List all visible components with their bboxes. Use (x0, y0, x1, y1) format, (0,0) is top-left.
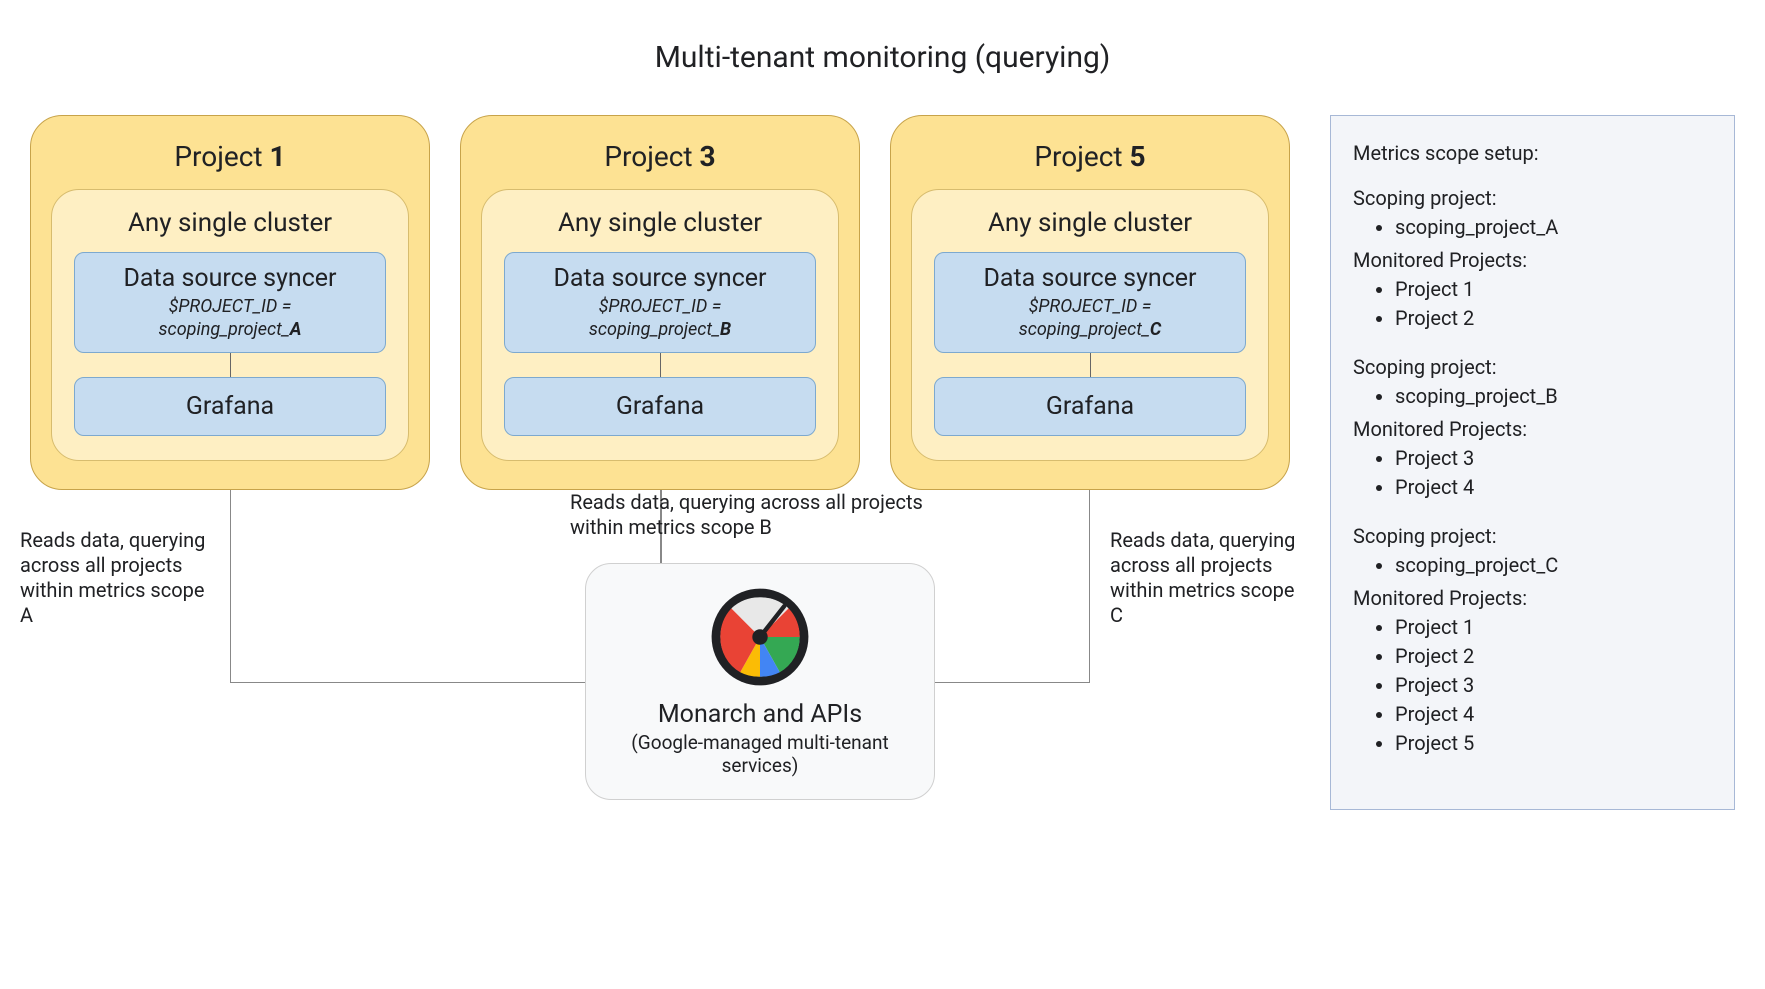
connector-vertical (660, 353, 661, 377)
ds-title: Data source syncer (945, 265, 1235, 294)
project-label-prefix: Project (174, 140, 269, 173)
project-title: Project 5 (911, 140, 1269, 173)
project-label-num: 5 (1130, 140, 1146, 173)
scope-block-b: Scoping project: scoping_project_B Monit… (1353, 354, 1712, 501)
project-card-1: Project 1 Any single cluster Data source… (30, 115, 430, 490)
scope-block-a: Scoping project: scoping_project_A Monit… (1353, 185, 1712, 332)
monitored-label: Monitored Projects: (1353, 247, 1712, 274)
ds-var: $PROJECT_ID = (85, 296, 375, 317)
caption-scope-a: Reads data, querying across all projects… (20, 528, 220, 628)
side-heading: Metrics scope setup: (1353, 140, 1712, 167)
grafana-box: Grafana (504, 377, 816, 436)
data-source-syncer-box: Data source syncer $PROJECT_ID = scoping… (934, 252, 1246, 353)
monitored-project: Project 1 (1395, 614, 1712, 641)
monitored-project: Project 2 (1395, 305, 1712, 332)
connectors-area: Reads data, querying across all projects… (30, 478, 1290, 708)
scoping-label: Scoping project: (1353, 354, 1712, 381)
monarch-gauge-icon (602, 582, 918, 692)
cluster-label: Any single cluster (504, 208, 816, 238)
monitored-project: Project 4 (1395, 474, 1712, 501)
scoping-project: scoping_project_C (1395, 552, 1712, 579)
grafana-box: Grafana (74, 377, 386, 436)
data-source-syncer-box: Data source syncer $PROJECT_ID = scoping… (74, 252, 386, 353)
connector-vertical (230, 353, 231, 377)
caption-scope-c: Reads data, querying across all projects… (1110, 528, 1310, 628)
diagram-title: Multi-tenant monitoring (querying) (30, 40, 1735, 75)
monitored-label: Monitored Projects: (1353, 585, 1712, 612)
project-card-3: Project 5 Any single cluster Data source… (890, 115, 1290, 490)
metrics-scope-panel: Metrics scope setup: Scoping project: sc… (1330, 115, 1735, 810)
ds-title: Data source syncer (85, 265, 375, 294)
cluster-label: Any single cluster (74, 208, 386, 238)
cluster-box: Any single cluster Data source syncer $P… (51, 189, 409, 461)
project-title: Project 3 (481, 140, 839, 173)
scope-block-c: Scoping project: scoping_project_C Monit… (1353, 523, 1712, 757)
monitored-project: Project 3 (1395, 672, 1712, 699)
project-label-num: 3 (700, 140, 716, 173)
project-label-prefix: Project (1034, 140, 1129, 173)
data-source-syncer-box: Data source syncer $PROJECT_ID = scoping… (504, 252, 816, 353)
scoping-label: Scoping project: (1353, 523, 1712, 550)
diagram-layout: Project 1 Any single cluster Data source… (30, 115, 1735, 810)
project-label-prefix: Project (604, 140, 699, 173)
monitored-project: Project 5 (1395, 730, 1712, 757)
monarch-title: Monarch and APIs (602, 700, 918, 729)
scoping-label: Scoping project: (1353, 185, 1712, 212)
cluster-box: Any single cluster Data source syncer $P… (481, 189, 839, 461)
cluster-box: Any single cluster Data source syncer $P… (911, 189, 1269, 461)
monarch-box: Monarch and APIs (Google-managed multi-t… (585, 563, 935, 800)
cluster-label: Any single cluster (934, 208, 1246, 238)
ds-title: Data source syncer (515, 265, 805, 294)
monitored-label: Monitored Projects: (1353, 416, 1712, 443)
ds-var: $PROJECT_ID = (945, 296, 1235, 317)
ds-var: $PROJECT_ID = (515, 296, 805, 317)
monitored-project: Project 4 (1395, 701, 1712, 728)
projects-row: Project 1 Any single cluster Data source… (30, 115, 1290, 490)
project-card-2: Project 3 Any single cluster Data source… (460, 115, 860, 490)
monarch-subtitle: (Google-managed multi-tenant services) (602, 731, 918, 777)
connector-vertical (1090, 353, 1091, 377)
grafana-box: Grafana (934, 377, 1246, 436)
ds-val: scoping_project_A (85, 319, 375, 340)
ds-val: scoping_project_B (515, 319, 805, 340)
scoping-project: scoping_project_A (1395, 214, 1712, 241)
diagram-main: Project 1 Any single cluster Data source… (30, 115, 1290, 708)
project-title: Project 1 (51, 140, 409, 173)
project-label-num: 1 (270, 140, 286, 173)
monitored-project: Project 2 (1395, 643, 1712, 670)
ds-val: scoping_project_C (945, 319, 1235, 340)
monitored-project: Project 1 (1395, 276, 1712, 303)
caption-scope-b: Reads data, querying across all projects… (570, 490, 950, 540)
monitored-project: Project 3 (1395, 445, 1712, 472)
scoping-project: scoping_project_B (1395, 383, 1712, 410)
